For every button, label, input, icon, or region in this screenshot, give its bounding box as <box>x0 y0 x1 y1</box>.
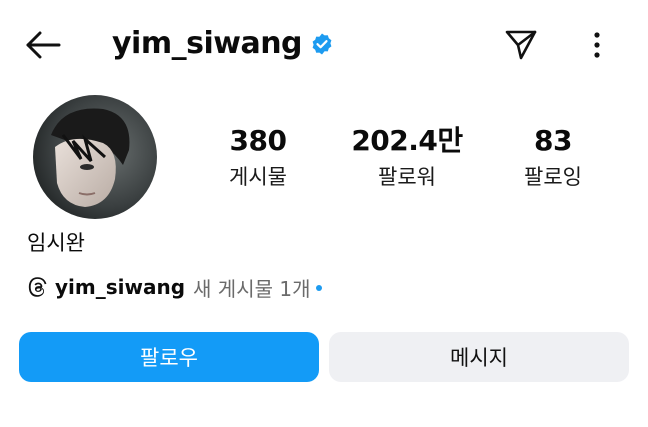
more-vertical-icon <box>594 32 600 58</box>
profile-avatar[interactable] <box>33 95 157 219</box>
threads-username: yim_siwang <box>55 275 186 299</box>
send-icon <box>505 30 537 60</box>
posts-label: 게시물 <box>229 165 287 189</box>
following-label: 팔로잉 <box>524 165 582 189</box>
username-text: yim_siwang <box>112 26 303 61</box>
profile-username-header: yim_siwang <box>112 24 334 64</box>
followers-count: 202.4만 <box>351 124 463 157</box>
follow-button[interactable]: 팔로우 <box>19 332 319 382</box>
back-button[interactable] <box>22 28 64 62</box>
stat-followers[interactable]: 202.4만 팔로워 <box>332 122 482 192</box>
message-button-label: 메시지 <box>450 346 508 370</box>
avatar-photo <box>33 95 157 219</box>
verified-badge-icon <box>312 33 332 55</box>
more-options-button[interactable] <box>580 26 614 64</box>
profile-display-name: 임시완 <box>27 231 85 255</box>
follow-button-label: 팔로우 <box>140 346 198 370</box>
threads-new-posts: 새 게시물 1개 <box>193 276 311 301</box>
send-message-button[interactable] <box>502 26 540 64</box>
stat-following[interactable]: 83 팔로잉 <box>478 122 628 192</box>
message-button[interactable]: 메시지 <box>329 332 629 382</box>
following-count: 83 <box>534 124 572 157</box>
threads-icon <box>28 277 47 297</box>
new-indicator-dot <box>316 285 323 291</box>
followers-label: 팔로워 <box>378 165 436 189</box>
back-arrow-icon <box>26 31 61 59</box>
threads-link[interactable]: yim_siwang 새 게시물 1개 <box>27 272 323 302</box>
stat-posts[interactable]: 380 게시물 <box>183 122 333 192</box>
posts-count: 380 <box>229 124 287 157</box>
